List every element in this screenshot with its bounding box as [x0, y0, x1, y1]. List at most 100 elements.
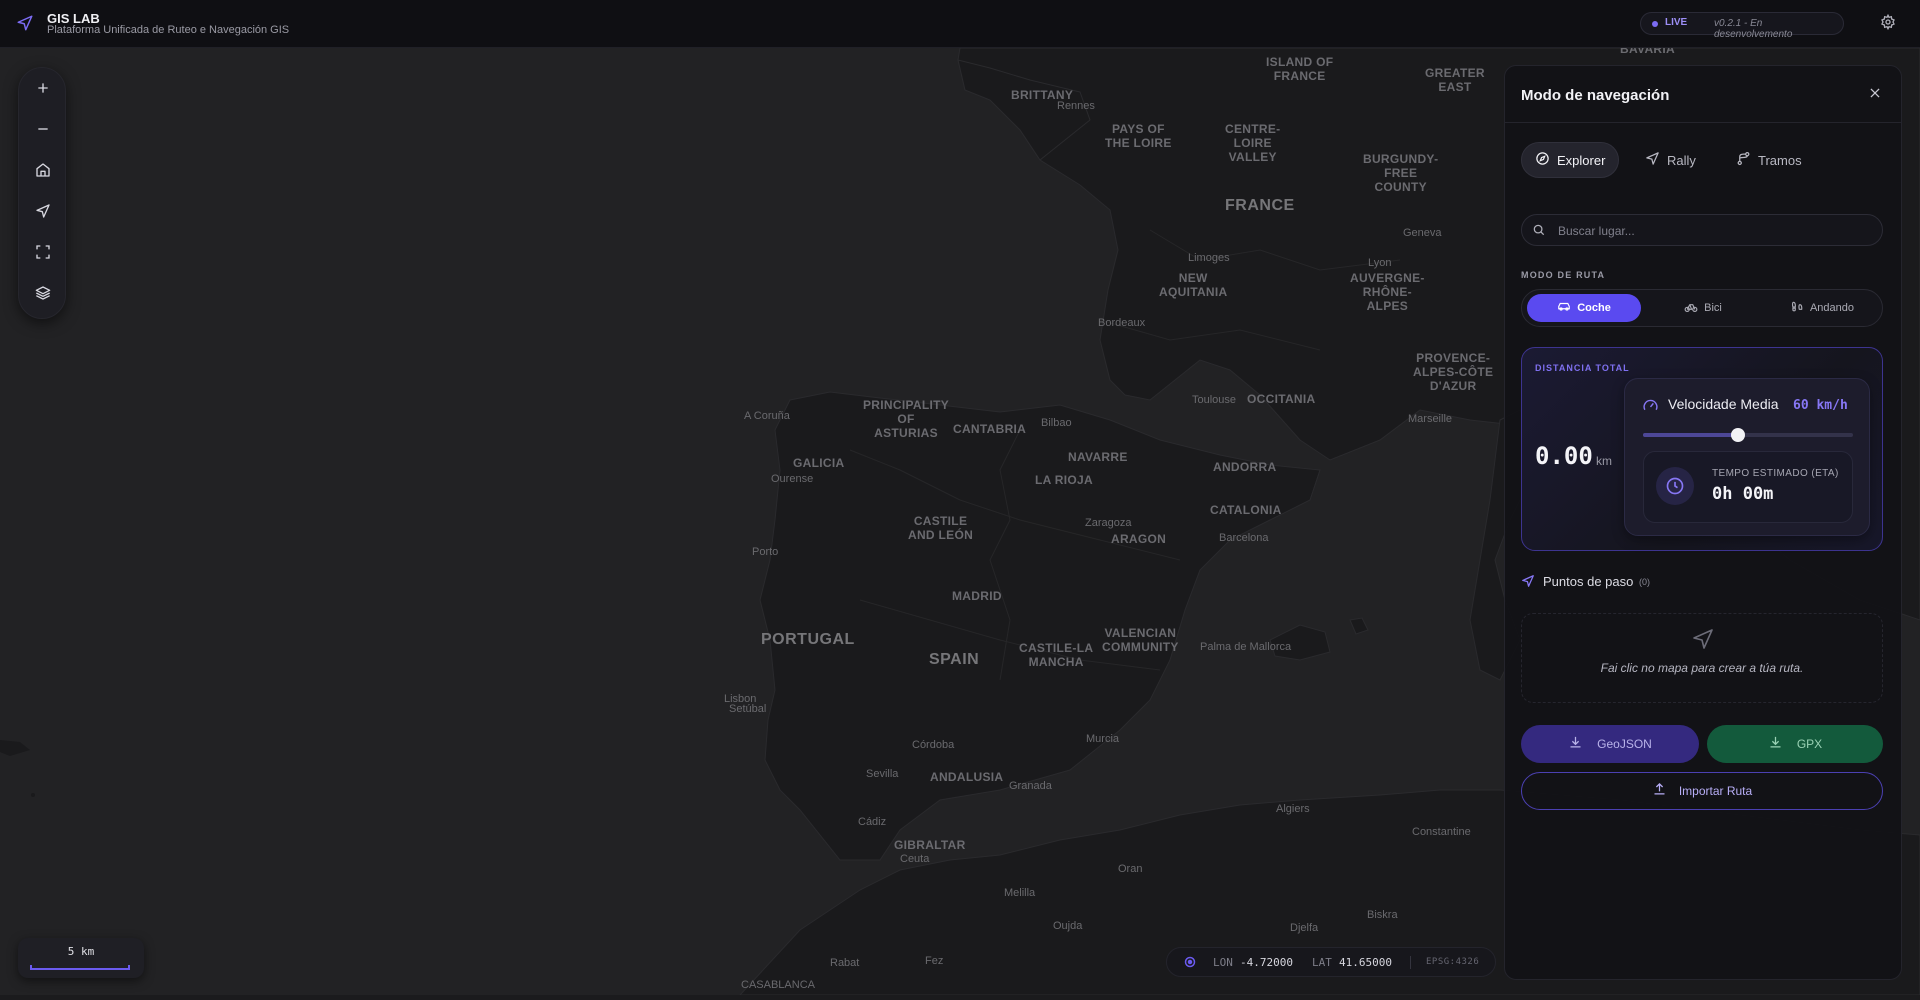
fullscreen-button[interactable]	[31, 242, 55, 266]
eta-label: TEMPO ESTIMADO (ETA)	[1712, 468, 1839, 479]
export-gpx-button[interactable]: GPX	[1707, 725, 1883, 763]
footprints-icon	[1790, 300, 1804, 317]
navigation-arrow-icon	[1691, 627, 1715, 656]
map-city-label: Zaragoza	[1085, 517, 1132, 529]
navigation-arrow-icon	[16, 14, 34, 37]
settings-button[interactable]	[1877, 13, 1899, 35]
speed-slider-fill	[1643, 433, 1738, 437]
locate-button[interactable]	[31, 201, 55, 225]
speed-slider-thumb[interactable]	[1730, 428, 1745, 442]
waypoints-empty-text: Fai clic no mapa para crear a túa ruta.	[1600, 661, 1804, 675]
target-icon	[1184, 956, 1196, 968]
scale-line	[30, 965, 130, 970]
map-city-label: Biskra	[1367, 909, 1398, 921]
export-geojson-button[interactable]: GeoJSON	[1521, 725, 1699, 763]
map-city-label: Fez	[925, 955, 944, 967]
tab-explorer[interactable]: Explorer	[1521, 142, 1620, 178]
waypoints-empty-state: Fai clic no mapa para crear a túa ruta.	[1521, 613, 1883, 703]
map-label-france: FRANCE	[1225, 197, 1295, 214]
layers-button[interactable]	[31, 283, 55, 307]
map-city-label: Setúbal	[729, 703, 767, 715]
map-label-region: NEW AQUITANIA	[1159, 271, 1228, 299]
mode-label: Coche	[1577, 302, 1611, 314]
route-mode-heading: MODO DE RUTA	[1521, 270, 1606, 280]
lon-value: -4.72000	[1240, 956, 1293, 969]
map-city-label: Palma de Mallorca	[1200, 641, 1292, 653]
gear-icon	[1880, 13, 1896, 35]
map-city-label: Ceuta	[900, 853, 930, 865]
map-city-label: Marseille	[1408, 413, 1453, 425]
search-input[interactable]	[1556, 215, 1870, 247]
distance-unit: km	[1596, 454, 1612, 468]
map-label-region: LA RIOJA	[1035, 473, 1093, 487]
map-label-region: CENTRE- LOIRE VALLEY	[1225, 122, 1281, 164]
map-city-label: Melilla	[1004, 887, 1036, 899]
map-city-label: Lyon	[1368, 257, 1392, 269]
home-button[interactable]	[31, 160, 55, 184]
app-subtitle: Plataforma Unificada de Ruteo e Navegaci…	[47, 24, 290, 36]
map-label-region: CANTABRIA	[953, 422, 1027, 436]
map-city-label: Córdoba	[912, 739, 955, 751]
status-badge: LIVE v0.2.1 - En desenvolvemento	[1640, 12, 1844, 40]
download-icon	[1568, 735, 1583, 753]
map-city-label: Porto	[752, 546, 779, 558]
map-city-label: CASABLANCA	[741, 979, 815, 991]
map-label-region: PROVENCE- ALPES-CÔTE D'AZUR	[1413, 351, 1494, 393]
coordinate-readout: LON -4.72000 LAT 41.65000 EPSG:4326	[1166, 947, 1496, 977]
navigation-arrow-icon	[1521, 574, 1535, 593]
mode-car-button[interactable]: Coche	[1527, 294, 1641, 322]
map-controls	[18, 67, 66, 319]
distance-value: 0.00	[1535, 442, 1593, 470]
map-city-label: Algiers	[1276, 803, 1310, 815]
map-city-label: Sevilla	[866, 768, 899, 780]
live-label: LIVE	[1665, 17, 1688, 28]
map-label-region: PAYS OF THE LOIRE	[1105, 122, 1172, 150]
map-label-region: ISLAND OF FRANCE	[1266, 55, 1334, 83]
tab-label: Tramos	[1758, 152, 1802, 168]
map-label-region: GALICIA	[793, 456, 845, 470]
panel-title: Modo de navegación	[1521, 87, 1670, 104]
navigation-arrow-icon	[35, 203, 51, 224]
version-label: v0.2.1 - En desenvolvemento	[1714, 18, 1793, 40]
divider	[1505, 122, 1901, 123]
map-label-region: ARAGON	[1111, 532, 1167, 546]
mode-bike-button[interactable]: Bici	[1646, 294, 1760, 322]
mode-walk-button[interactable]: Andando	[1765, 294, 1879, 322]
scale-label: 5 km	[67, 945, 95, 958]
tab-label: Rally	[1667, 152, 1696, 168]
navigation-panel: Modo de navegación Explorer Rally Tramos…	[1504, 65, 1902, 980]
map-label-region: ANDALUSIA	[930, 770, 1004, 784]
tab-tramos[interactable]: Tramos	[1723, 142, 1815, 178]
map-label-region: AUVERGNE- RHÔNE- ALPES	[1350, 271, 1425, 313]
zoom-in-button[interactable]	[31, 78, 55, 102]
close-panel-button[interactable]	[1864, 84, 1886, 106]
map-label-region: BURGUNDY- FREE COUNTY	[1363, 152, 1439, 194]
map-city-label: Rennes	[1057, 100, 1095, 112]
speed-card: Velocidade Media 60 km/h TEMPO ESTIMADO …	[1624, 378, 1870, 536]
map-label-region: CASTILE AND LEÓN	[908, 514, 974, 542]
map-label-region: ANDORRA	[1213, 460, 1277, 474]
scale-bar: 5 km	[18, 938, 144, 978]
compass-icon	[1535, 151, 1550, 169]
tab-rally[interactable]: Rally	[1632, 142, 1709, 178]
close-icon	[1868, 86, 1882, 105]
route-mode-selector: Coche Bici Andando	[1521, 289, 1883, 327]
search-box	[1521, 214, 1883, 247]
map-label-portugal: PORTUGAL	[761, 631, 855, 648]
route-summary-card: DISTANCIA TOTAL 0.00 km Velocidade Media…	[1521, 347, 1883, 551]
map-label-region: PRINCIPALITY OF ASTURIAS	[863, 398, 950, 440]
map-city-label: Limoges	[1188, 252, 1230, 264]
mode-label: Andando	[1809, 302, 1855, 314]
mode-label: Bici	[1704, 302, 1722, 314]
map-city-label: Oran	[1118, 863, 1143, 875]
waypoints-heading: Puntos de paso	[1543, 574, 1634, 589]
upload-icon	[1652, 782, 1667, 800]
button-label: GeoJSON	[1597, 737, 1652, 751]
car-icon	[1557, 300, 1571, 317]
top-bar: GIS LAB Plataforma Unificada de Ruteo e …	[0, 0, 1920, 48]
speed-slider[interactable]	[1643, 428, 1853, 442]
zoom-out-button[interactable]	[31, 119, 55, 143]
import-route-button[interactable]: Importar Ruta	[1521, 772, 1883, 810]
map-label-region: NAVARRE	[1068, 450, 1128, 464]
eta-value: 0h 00m	[1712, 484, 1774, 504]
